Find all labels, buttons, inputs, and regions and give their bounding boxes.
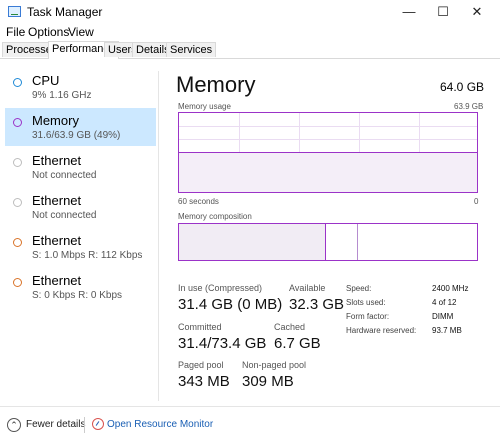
graph-time-right: 0 [474,197,479,206]
resource-subtitle: S: 0 Kbps R: 0 Kbps [32,290,123,301]
paged-pool-value: 343 MB [178,373,230,390]
menu-file[interactable]: File [6,25,25,39]
memory-composition-label: Memory composition [178,212,252,221]
cached-value: 6.7 GB [274,335,321,352]
resource-subtitle: Not connected [32,210,97,221]
resource-subtitle: Not connected [32,170,97,181]
resource-title: Ethernet [32,233,82,248]
ethernet-indicator-icon [13,278,22,287]
memory-composition-bar [178,223,478,261]
hardware-reserved-value: 93.7 MB [432,326,462,335]
task-manager-icon [8,6,21,17]
ethernet-indicator-icon [13,158,22,167]
resource-title: CPU [32,73,60,88]
ethernet-indicator-icon [13,198,22,207]
form-factor-label: Form factor: [346,312,390,321]
resource-list: CPU 9% 1.16 GHz Memory 31.6/63.9 GB (49%… [0,59,158,403]
resource-monitor-icon[interactable] [92,418,104,430]
available-value: 32.3 GB [289,296,345,313]
resource-item-ethernet-3[interactable]: Ethernet S: 1.0 Mbps R: 112 Kbps [5,228,156,266]
open-resource-monitor-link[interactable]: Open Resource Monitor [107,419,213,430]
window-title: Task Manager [27,5,103,19]
resource-item-ethernet-4[interactable]: Ethernet S: 0 Kbps R: 0 Kbps [5,268,156,306]
resource-item-ethernet-2[interactable]: Ethernet Not connected [5,188,156,226]
resource-item-memory[interactable]: Memory 31.6/63.9 GB (49%) [5,108,156,146]
resource-subtitle: 31.6/63.9 GB (49%) [32,130,121,141]
graph-time-left: 60 seconds [178,197,219,206]
slots-value: 4 of 12 [432,298,457,307]
menu-options[interactable]: Options [28,25,69,39]
memory-indicator-icon [13,118,22,127]
page-title: Memory [176,72,256,97]
panel-divider [158,71,159,401]
composition-divider [357,224,358,260]
memory-usage-label: Memory usage [178,102,231,111]
form-factor-value: DIMM [432,312,454,321]
memory-total: 64.0 GB [440,80,485,94]
nonpaged-pool-value: 309 MB [242,373,294,390]
cpu-indicator-icon [13,78,22,87]
resource-item-cpu[interactable]: CPU 9% 1.16 GHz [5,68,156,106]
resource-subtitle: S: 1.0 Mbps R: 112 Kbps [32,250,143,261]
hardware-reserved-label: Hardware reserved: [346,326,417,335]
committed-value: 31.4/73.4 GB [178,335,267,352]
committed-label: Committed [178,322,222,332]
cached-label: Cached [274,322,306,332]
speed-label: Speed: [346,284,372,293]
close-button[interactable]: ✕ [460,0,494,24]
resource-item-ethernet-1[interactable]: Ethernet Not connected [5,148,156,186]
speed-value: 2400 MHz [432,284,469,293]
footer-separator [84,417,85,433]
chevron-up-icon[interactable]: ⌃ [7,418,21,432]
tab-services[interactable]: Services [166,42,217,57]
menu-view[interactable]: View [68,25,94,39]
memory-usage-graph [178,112,478,193]
memory-usage-fill [179,152,477,192]
resource-title: Ethernet [32,153,82,168]
fewer-details-link[interactable]: Fewer details [26,419,85,430]
composition-in-use [179,224,327,260]
title-bar: Task Manager — ☐ ✕ [0,0,500,24]
available-label: Available [289,283,326,293]
ethernet-indicator-icon [13,238,22,247]
maximize-button[interactable]: ☐ [426,0,460,24]
resource-title: Memory [32,113,79,128]
resource-title: Ethernet [32,193,82,208]
in-use-value: 31.4 GB (0 MB) [178,296,283,313]
resource-title: Ethernet [32,273,82,288]
slots-label: Slots used: [346,298,386,307]
memory-usage-max: 63.9 GB [454,102,484,111]
in-use-label: In use (Compressed) [178,283,263,293]
minimize-button[interactable]: — [392,0,426,24]
tab-bar: Processes Performance Users Details Serv… [0,41,500,59]
nonpaged-pool-label: Non-paged pool [242,360,307,370]
paged-pool-label: Paged pool [178,360,224,370]
menu-bar: File Options View [0,24,500,41]
resource-subtitle: 9% 1.16 GHz [32,90,92,101]
footer: ⌃ Fewer details Open Resource Monitor [0,406,500,444]
